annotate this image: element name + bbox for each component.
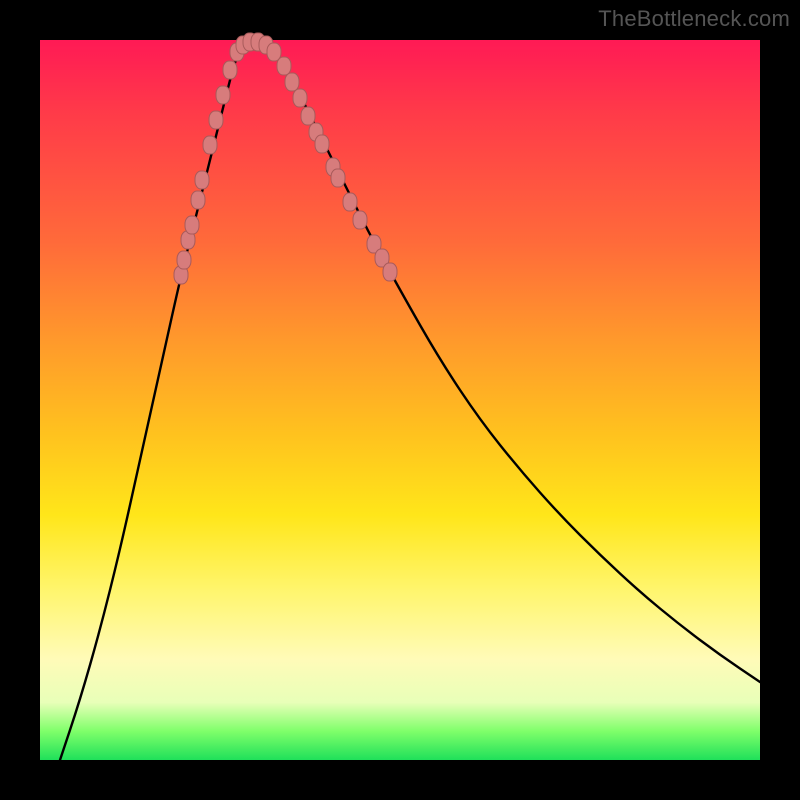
- curve-marker: [209, 111, 223, 129]
- curve-marker: [185, 216, 199, 234]
- curve-marker: [285, 73, 299, 91]
- plot-area: [40, 40, 760, 760]
- curve-marker: [203, 136, 217, 154]
- marker-group: [174, 33, 397, 284]
- curve-marker: [267, 43, 281, 61]
- curve-marker: [191, 191, 205, 209]
- curve-marker: [301, 107, 315, 125]
- curve-marker: [177, 251, 191, 269]
- curve-marker: [383, 263, 397, 281]
- chart-frame: TheBottleneck.com: [0, 0, 800, 800]
- curve-marker: [277, 57, 291, 75]
- curve-marker: [216, 86, 230, 104]
- curve-marker: [315, 135, 329, 153]
- curve-marker: [195, 171, 209, 189]
- curve-marker: [223, 61, 237, 79]
- curve-marker: [343, 193, 357, 211]
- curve-marker: [293, 89, 307, 107]
- watermark-text: TheBottleneck.com: [598, 6, 790, 32]
- bottleneck-curve: [60, 42, 760, 760]
- curve-marker: [353, 211, 367, 229]
- curve-marker: [331, 169, 345, 187]
- curve-svg: [40, 40, 760, 760]
